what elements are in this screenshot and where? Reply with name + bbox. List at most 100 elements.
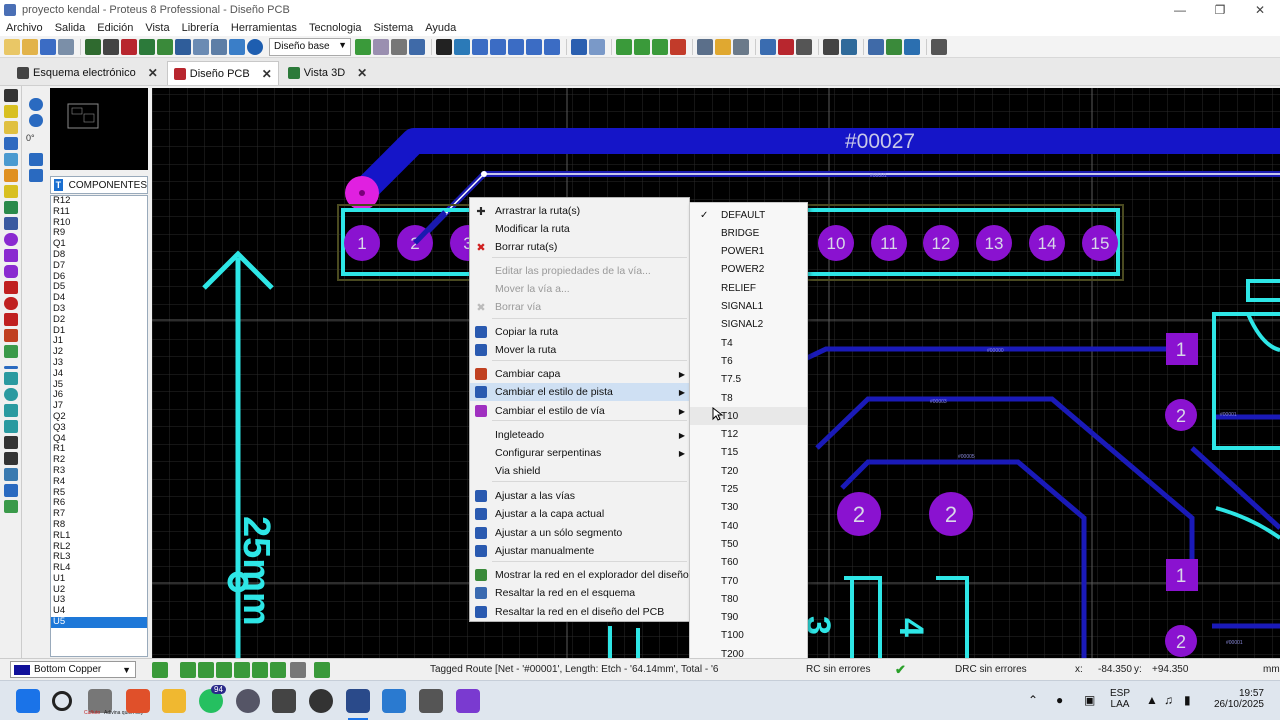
component-list-item[interactable]: D4 (51, 292, 147, 304)
mirror-v-icon[interactable] (29, 169, 43, 182)
battery-icon[interactable]: ▮ (1184, 693, 1191, 707)
new-file-icon[interactable] (4, 38, 20, 55)
search-icon[interactable] (52, 691, 72, 711)
app-hex-icon[interactable] (272, 689, 296, 713)
arc-icon[interactable] (3, 404, 18, 417)
block-move-icon[interactable] (634, 38, 650, 55)
menu-edicion[interactable]: Edición (91, 22, 139, 34)
context-menu-item[interactable]: Cambiar el estilo de pista ▶ (470, 383, 689, 401)
box-icon[interactable] (3, 372, 18, 385)
pcb-icon[interactable] (121, 38, 137, 55)
component-list-item[interactable]: J6 (51, 390, 147, 401)
track-style-item[interactable]: T8 (690, 389, 807, 407)
line-icon[interactable] (3, 366, 18, 369)
component-list-item[interactable]: Q1 (51, 238, 147, 250)
gerber-icon[interactable] (157, 38, 173, 55)
menu-herramientas[interactable]: Herramientas (225, 22, 303, 34)
design-explorer-icon[interactable] (211, 38, 227, 55)
vsm-icon[interactable] (229, 38, 245, 55)
component-list-item[interactable]: R4 (51, 476, 147, 488)
tab-esquema[interactable]: Esquema electrónico ✕ (10, 61, 165, 85)
track-style-item[interactable]: POWER2 (690, 261, 807, 279)
tab-diseno-pcb[interactable]: Diseño PCB ✕ (166, 61, 279, 85)
track-mode-icon[interactable] (3, 137, 18, 150)
pan-icon[interactable] (472, 38, 488, 55)
ratsnest-icon[interactable] (796, 38, 812, 55)
route-tool-7-icon[interactable] (290, 662, 306, 678)
component-list-item[interactable]: RL4 (51, 562, 147, 574)
tab-vista-3d[interactable]: Vista 3D ✕ (281, 61, 374, 85)
metric-icon[interactable] (436, 38, 452, 55)
zoom-out-icon[interactable] (508, 38, 524, 55)
menu-vista[interactable]: Vista (139, 22, 175, 34)
proteus-taskbar-icon[interactable] (346, 689, 370, 713)
track-style-item[interactable]: T60 (690, 554, 807, 572)
track-style-item[interactable]: T12 (690, 426, 807, 444)
component-list-item[interactable]: J2 (51, 346, 147, 358)
overview-preview[interactable] (50, 88, 148, 170)
symbol-icon[interactable] (3, 452, 18, 465)
route-tool-3-icon[interactable] (216, 662, 232, 678)
package-mode-icon[interactable] (3, 121, 18, 134)
minimize-icon[interactable]: — (1160, 0, 1200, 20)
component-list-item[interactable]: D3 (51, 303, 147, 315)
component-list-item[interactable]: J5 (51, 379, 147, 391)
context-menu-item[interactable]: Ajustar a la capa actual (470, 505, 689, 523)
zoom-all-icon[interactable] (526, 38, 542, 55)
bom-icon[interactable] (175, 38, 191, 55)
via-mode-icon[interactable] (3, 153, 18, 166)
route-tool-8-icon[interactable] (314, 662, 330, 678)
language-indicator[interactable]: ESP LAA (1108, 688, 1132, 710)
help-icon[interactable] (247, 38, 263, 55)
menu-tecnologia[interactable]: Tecnologia (303, 22, 368, 34)
track-style-item[interactable]: T90 (690, 609, 807, 627)
notes-icon[interactable] (193, 38, 209, 55)
component-list-item[interactable]: R3 (51, 465, 147, 477)
display-icon[interactable]: ▣ (1084, 693, 1095, 707)
refresh-icon[interactable] (355, 38, 371, 55)
polygon-pad-icon[interactable] (3, 329, 18, 342)
settings-icon[interactable] (236, 689, 260, 713)
component-list-item[interactable]: J3 (51, 357, 147, 369)
layers-icon[interactable] (409, 38, 425, 55)
block-copy-icon[interactable] (616, 38, 632, 55)
brave-browser-icon[interactable] (126, 689, 150, 713)
component-list-item[interactable]: R10 (51, 217, 147, 229)
netlist-icon[interactable] (841, 38, 857, 55)
app-blue-icon[interactable] (382, 689, 406, 713)
route-tool-4-icon[interactable] (234, 662, 250, 678)
app-chip-icon[interactable] (419, 689, 443, 713)
home-icon[interactable] (85, 38, 101, 55)
wifi-icon[interactable]: ▲ (1146, 693, 1158, 707)
route-tool-6-icon[interactable] (270, 662, 286, 678)
component-list-item[interactable]: R11 (51, 206, 147, 218)
context-menu-item[interactable]: Resaltar la red en el diseño del PCB (470, 603, 689, 621)
component-mode-icon[interactable] (3, 105, 18, 118)
mirror-h-icon[interactable] (29, 153, 43, 166)
context-menu-item[interactable]: Ajustar a un sólo segmento (470, 524, 689, 542)
track-style-item[interactable]: ✓ DEFAULT (690, 206, 807, 224)
schematic-icon[interactable] (103, 38, 119, 55)
round-pad-icon[interactable] (3, 217, 18, 230)
route-tool-1-icon[interactable] (180, 662, 196, 678)
component-list-item[interactable]: R7 (51, 508, 147, 520)
circle-smt-icon[interactable] (3, 297, 18, 310)
context-menu-item[interactable]: Ajustar manualmente (470, 542, 689, 560)
component-list-item[interactable]: D6 (51, 271, 147, 283)
rotate-cw-icon[interactable] (29, 98, 43, 111)
component-list-item[interactable]: Q3 (51, 422, 147, 434)
close-project-icon[interactable] (58, 38, 74, 55)
autoroute-icon[interactable] (778, 38, 794, 55)
zone-icon[interactable] (904, 38, 920, 55)
save-icon[interactable] (40, 38, 56, 55)
close-icon[interactable]: ✕ (148, 66, 158, 80)
layer-stack-icon[interactable] (152, 662, 168, 678)
undo-icon[interactable] (571, 38, 587, 55)
origin-icon[interactable] (454, 38, 470, 55)
autoplace-icon[interactable] (760, 38, 776, 55)
context-menu-item[interactable]: Ajustar a las vías (470, 487, 689, 505)
track-style-item[interactable]: T10 (690, 407, 807, 426)
menu-ayuda[interactable]: Ayuda (419, 22, 462, 34)
redo-icon[interactable] (589, 38, 605, 55)
marker-icon[interactable] (3, 468, 18, 481)
